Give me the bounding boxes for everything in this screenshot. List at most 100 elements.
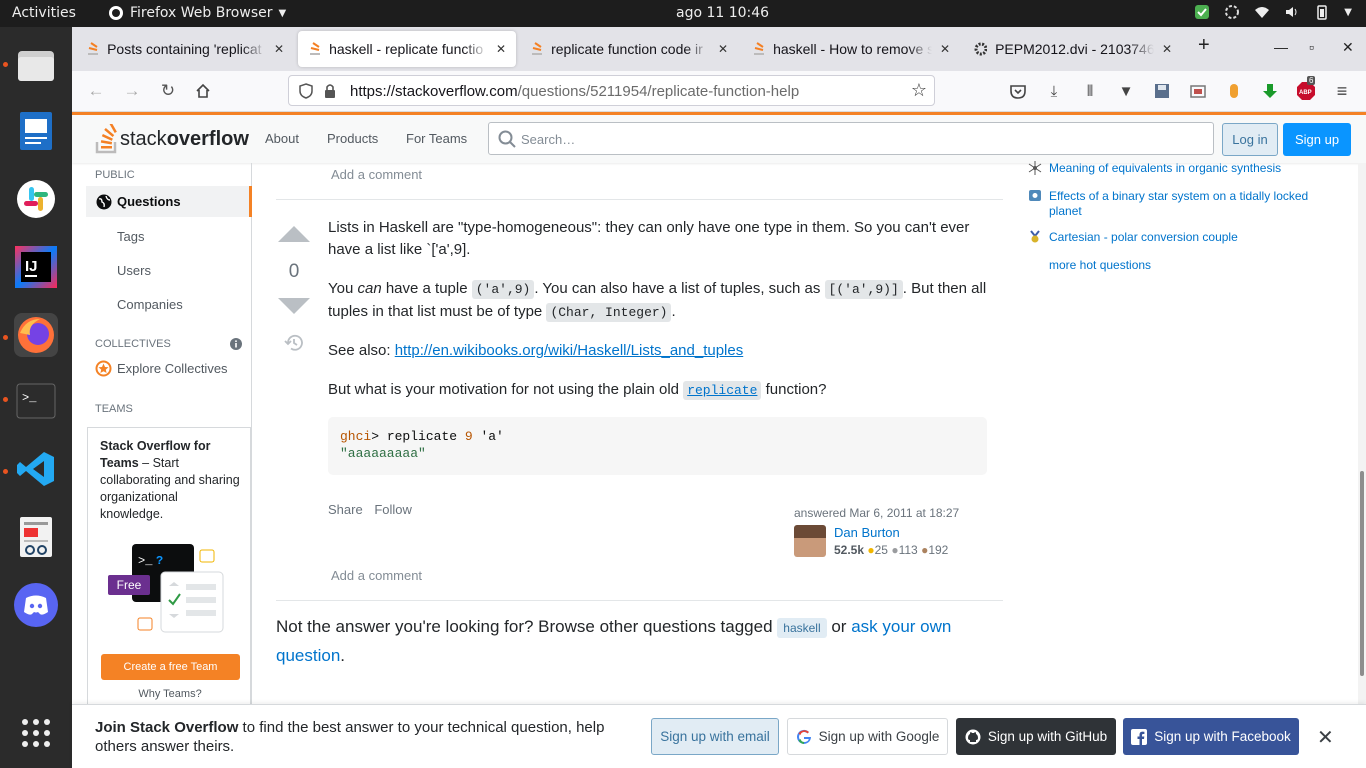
scrollbar-thumb[interactable] xyxy=(1360,471,1364,676)
sign-up-button[interactable]: Sign up xyxy=(1283,123,1351,156)
sidebar-item-questions[interactable]: Questions xyxy=(86,186,252,217)
close-window-button[interactable]: ✕ xyxy=(1342,39,1354,56)
downloads-icon[interactable]: ⤓ xyxy=(1044,81,1064,101)
wikibooks-link[interactable]: http://en.wikibooks.org/wiki/Haskell/Lis… xyxy=(395,342,744,359)
minimize-window-button[interactable]: — xyxy=(1274,39,1288,55)
svg-text:ABP: ABP xyxy=(1299,90,1312,96)
add-comment-link[interactable]: Add a comment xyxy=(331,568,422,583)
search-input[interactable]: Search… xyxy=(488,122,1214,155)
extension-v-icon[interactable]: ▼ xyxy=(1116,81,1136,101)
tab-haskell-how-to-remove[interactable]: haskell - How to remove s ✕ xyxy=(742,31,960,67)
extension-save-icon[interactable] xyxy=(1152,81,1172,101)
so-logo[interactable]: stack overflow xyxy=(94,124,249,154)
update-check-icon[interactable] xyxy=(1194,4,1210,20)
close-tab-icon[interactable]: ✕ xyxy=(496,42,506,56)
nav-about[interactable]: About xyxy=(265,131,299,146)
downvote-arrow-icon[interactable] xyxy=(278,298,310,314)
sign-up-facebook-button[interactable]: Sign up with Facebook xyxy=(1123,718,1299,755)
reload-icon[interactable]: ↻ xyxy=(158,81,178,101)
button-label: Sign up with GitHub xyxy=(987,729,1108,744)
home-icon[interactable] xyxy=(193,81,213,101)
sidebar-item-companies[interactable]: Companies xyxy=(117,297,183,312)
document-reader-app-icon[interactable] xyxy=(14,515,58,559)
volume-icon[interactable] xyxy=(1284,4,1300,20)
history-icon[interactable] xyxy=(284,333,304,353)
tab-label: replicate function code ir xyxy=(551,41,703,57)
forward-arrow-icon[interactable]: → xyxy=(122,81,142,101)
close-tab-icon[interactable]: ✕ xyxy=(940,42,950,56)
bookmark-star-icon[interactable]: ☆ xyxy=(911,80,927,101)
extension-screenshot-icon[interactable] xyxy=(1188,81,1208,101)
extension-download-arrow-icon[interactable] xyxy=(1260,81,1280,101)
adblock-plus-icon[interactable]: ABP 6 xyxy=(1296,76,1316,101)
tab-replicate-function-code[interactable]: replicate function code ir ✕ xyxy=(520,31,738,67)
tracking-shield-icon[interactable] xyxy=(299,83,313,99)
close-tab-icon[interactable]: ✕ xyxy=(1162,42,1172,56)
url-bar[interactable]: https://stackoverflow.com/questions/5211… xyxy=(288,75,935,106)
post-menu: Share Follow xyxy=(328,502,412,517)
pocket-icon[interactable] xyxy=(1008,81,1028,101)
public-heading: PUBLIC xyxy=(95,169,135,181)
url-host: https://stackoverflow.com xyxy=(350,83,518,100)
inline-code: [('a',9)] xyxy=(824,280,903,299)
tab-haskell-replicate-function[interactable]: haskell - replicate functio ✕ xyxy=(298,31,516,67)
tab-pepm2012-pdf[interactable]: PEPM2012.dvi - 2103746 ✕ xyxy=(964,31,1182,67)
battery-icon[interactable] xyxy=(1314,4,1330,20)
sign-up-github-button[interactable]: Sign up with GitHub xyxy=(956,718,1116,755)
back-arrow-icon[interactable]: ← xyxy=(86,81,106,101)
firefox-app-icon[interactable] xyxy=(14,313,58,357)
library-icon[interactable]: ⫴ xyxy=(1080,81,1100,101)
hamburger-menu-icon[interactable]: ≡ xyxy=(1332,81,1352,101)
slack-app-icon[interactable] xyxy=(14,177,58,221)
vscode-app-icon[interactable] xyxy=(14,447,58,491)
avatar[interactable] xyxy=(794,525,826,557)
tab-posts-containing[interactable]: Posts containing 'replicat ✕ xyxy=(76,31,294,67)
activities-button[interactable]: Activities xyxy=(12,5,76,21)
stackoverflow-favicon xyxy=(88,42,98,55)
gear-favicon-icon xyxy=(974,42,988,56)
sidebar-item-explore-collectives[interactable]: Explore Collectives xyxy=(117,361,228,376)
upvote-arrow-icon[interactable] xyxy=(278,226,310,242)
app-menu[interactable]: Firefox Web Browser ▼ xyxy=(108,5,286,21)
maximize-window-button[interactable]: ▫ xyxy=(1309,39,1314,55)
discord-app-icon[interactable] xyxy=(14,583,58,627)
system-menu-chevron-icon[interactable]: ▼ xyxy=(1344,7,1352,18)
button-label: Sign up with email xyxy=(660,729,770,744)
document-viewer-app-icon[interactable] xyxy=(14,109,58,153)
wifi-icon[interactable] xyxy=(1254,4,1270,20)
new-tab-button[interactable]: + xyxy=(1198,34,1210,57)
svg-text:>_: >_ xyxy=(22,391,37,405)
log-in-button[interactable]: Log in xyxy=(1222,123,1278,156)
system-tray[interactable]: ▼ xyxy=(1194,4,1352,20)
files-app-icon[interactable] xyxy=(14,43,58,87)
lock-icon[interactable] xyxy=(323,83,337,99)
share-link[interactable]: Share xyxy=(328,502,363,517)
tab-label: haskell - replicate functio xyxy=(329,41,484,57)
close-tab-icon[interactable]: ✕ xyxy=(274,42,284,56)
page-scrollbar[interactable] xyxy=(1358,163,1366,704)
replicate-doc-link[interactable]: replicate xyxy=(683,381,762,400)
haskell-tag[interactable]: haskell xyxy=(777,618,827,638)
sidebar-item-users[interactable]: Users xyxy=(117,263,151,278)
sign-up-email-button[interactable]: Sign up with email xyxy=(651,718,779,755)
clock[interactable]: ago 11 10:46 xyxy=(676,5,769,21)
intellij-app-icon[interactable]: IJ xyxy=(14,245,58,289)
sidebar-item-tags[interactable]: Tags xyxy=(117,229,144,244)
extension-orange-icon[interactable] xyxy=(1224,81,1244,101)
info-icon[interactable] xyxy=(230,338,242,350)
close-banner-icon[interactable]: ✕ xyxy=(1317,725,1334,750)
show-applications-icon[interactable] xyxy=(14,711,58,755)
slack-tray-icon[interactable] xyxy=(1224,4,1240,20)
follow-link[interactable]: Follow xyxy=(374,502,412,517)
nav-for-teams[interactable]: For Teams xyxy=(406,131,467,146)
why-teams-link[interactable]: Why Teams? xyxy=(88,688,252,700)
sign-up-google-button[interactable]: Sign up with Google xyxy=(787,718,948,755)
nav-products[interactable]: Products xyxy=(327,131,378,146)
user-name-link[interactable]: Dan Burton xyxy=(834,525,900,540)
create-free-team-button[interactable]: Create a free Team xyxy=(101,654,240,680)
globe-icon xyxy=(96,194,112,210)
tab-label: PEPM2012.dvi - 2103746 xyxy=(995,41,1154,57)
terminal-app-icon[interactable]: >_ xyxy=(14,379,58,423)
add-comment-link[interactable]: Add a comment xyxy=(331,167,422,182)
close-tab-icon[interactable]: ✕ xyxy=(718,42,728,56)
